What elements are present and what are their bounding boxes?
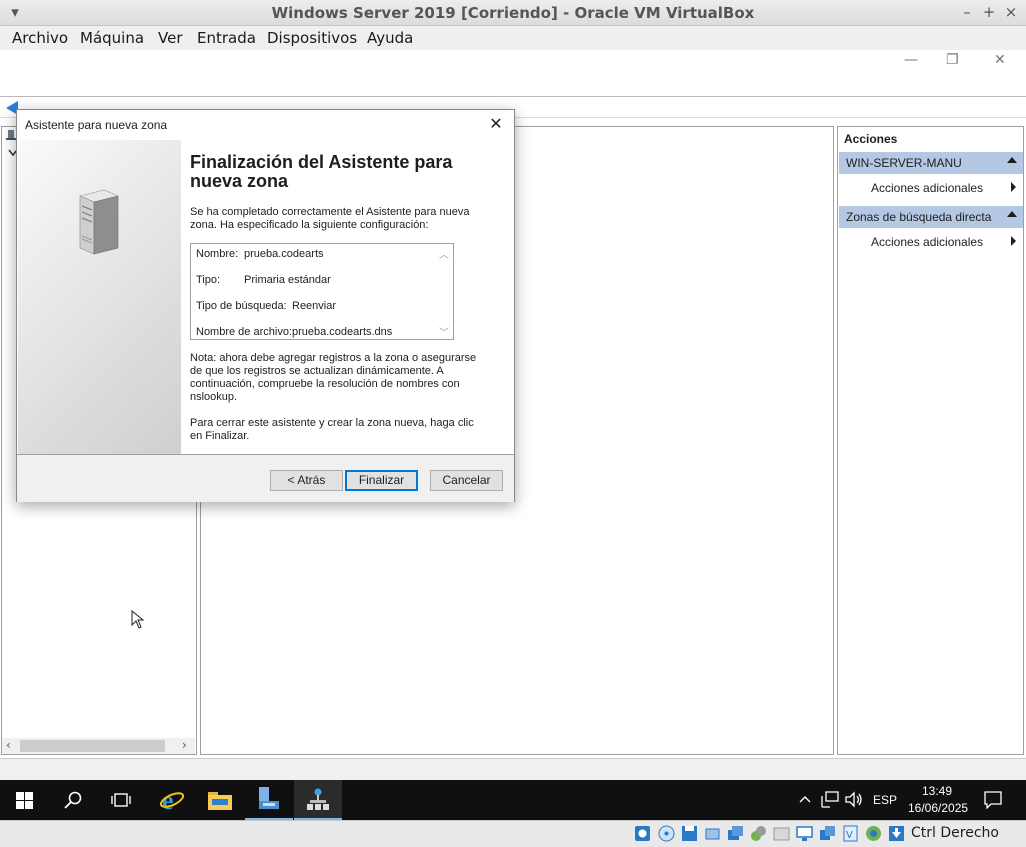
vbox-status-bar: V Ctrl Derecho — [0, 820, 1026, 847]
network-adapter-icon[interactable] — [727, 825, 744, 842]
action-group-server[interactable]: WIN-SERVER-MANU — [839, 152, 1023, 174]
tree-horizontal-scrollbar[interactable]: ‹ › — [2, 738, 195, 754]
vbox-title-bar: ▾ Windows Server 2019 [Corriendo] - Orac… — [0, 0, 1026, 26]
wizard-note-text: Nota: ahora debe agregar registros a la … — [190, 352, 477, 403]
mmc-minimize-icon[interactable]: — — [904, 52, 918, 68]
usb-icon[interactable] — [750, 825, 767, 842]
audio-icon[interactable] — [704, 825, 721, 842]
wizard-side-banner — [18, 140, 181, 454]
mmc-status-bar — [0, 758, 1026, 780]
actions-header: Acciones — [844, 132, 898, 146]
virtualization-icon[interactable]: V — [842, 825, 859, 842]
taskbar-dns-manager[interactable] — [294, 780, 342, 820]
scroll-left-icon[interactable]: ‹ — [6, 738, 11, 752]
server-manager-icon — [259, 787, 279, 809]
zone-summary-box[interactable]: Nombre: prueba.codearts Tipo: Primaria e… — [190, 243, 454, 340]
wizard-intro-text: Se ha completado correctamente el Asiste… — [190, 206, 470, 231]
guest-screen: — ❐ ✕ ‹ › Acciones WIN-SERVER-MANU Accio… — [0, 50, 1026, 820]
menu-entrada[interactable]: Entrada — [197, 29, 256, 47]
shared-folders-icon[interactable] — [773, 825, 790, 842]
optical-drive-icon[interactable] — [658, 825, 675, 842]
clock-time[interactable]: 13:49 — [922, 784, 952, 798]
server-tower-icon — [79, 189, 119, 255]
minimize-icon[interactable]: – — [958, 3, 976, 21]
taskbar-file-explorer[interactable] — [196, 780, 244, 820]
dialog-title: Asistente para nueva zona — [25, 118, 168, 132]
summary-vertical-scrollbar[interactable]: ︿ ﹀ — [436, 244, 453, 339]
windows-taskbar: e ESP 13:49 16/06/2025 — [0, 780, 1026, 820]
submenu-arrow-icon[interactable] — [1011, 236, 1016, 246]
volume-icon[interactable] — [845, 791, 863, 808]
wizard-button-bar: < Atrás Finalizar Cancelar — [17, 455, 514, 502]
submenu-arrow-icon[interactable] — [1011, 182, 1016, 192]
hard-disk-icon[interactable] — [634, 825, 651, 842]
menu-maquina[interactable]: Máquina — [80, 29, 144, 47]
cancel-button[interactable]: Cancelar — [430, 470, 503, 491]
collapse-caret-icon[interactable] — [1007, 157, 1017, 163]
scroll-up-icon[interactable]: ︿ — [439, 246, 449, 261]
taskbar-server-manager[interactable] — [245, 780, 293, 820]
search-icon[interactable] — [64, 791, 82, 809]
svg-text:V: V — [846, 830, 853, 841]
action-group-title: WIN-SERVER-MANU — [846, 156, 962, 170]
action-group-forward-zones[interactable]: Zonas de búsqueda directa — [839, 206, 1023, 228]
wizard-close-hint: Para cerrar este asistente y crear la zo… — [190, 417, 474, 442]
video-capture-icon[interactable] — [819, 825, 836, 842]
mouse-cursor-icon — [131, 610, 145, 629]
scroll-right-icon[interactable]: › — [182, 738, 187, 752]
vbox-menu-bar: Archivo Máquina Ver Entrada Dispositivos… — [0, 26, 1026, 50]
clock-date[interactable]: 16/06/2025 — [908, 801, 968, 815]
back-button[interactable]: < Atrás — [270, 470, 343, 491]
task-view-icon[interactable] — [111, 791, 131, 809]
show-hidden-icons-icon[interactable] — [799, 795, 811, 803]
action-more-server[interactable]: Acciones adicionales — [871, 181, 983, 195]
folder-icon — [208, 792, 232, 810]
menu-archivo[interactable]: Archivo — [12, 29, 68, 47]
collapse-caret-icon[interactable] — [1007, 211, 1017, 217]
scroll-thumb[interactable] — [20, 740, 165, 752]
finish-button[interactable]: Finalizar — [345, 470, 418, 491]
summary-file-name-row: Nombre de archivo: prueba.codearts.dns — [196, 326, 393, 338]
new-zone-wizard-dialog: Asistente para nueva zona ✕ Finalización… — [16, 109, 515, 502]
mouse-integration-icon[interactable] — [865, 825, 882, 842]
window-title: Windows Server 2019 [Corriendo] - Oracle… — [271, 4, 755, 22]
close-icon[interactable]: × — [1002, 3, 1020, 21]
action-more-zones[interactable]: Acciones adicionales — [871, 235, 983, 249]
dns-manager-icon — [307, 788, 329, 810]
action-group-title: Zonas de búsqueda directa — [846, 210, 992, 224]
maximize-icon[interactable]: + — [980, 3, 998, 21]
input-language[interactable]: ESP — [873, 793, 897, 807]
display-icon[interactable] — [796, 825, 813, 842]
mmc-close-icon[interactable]: ✕ — [994, 52, 1006, 68]
start-windows-icon[interactable] — [16, 792, 33, 809]
menu-ayuda[interactable]: Ayuda — [367, 29, 413, 47]
scroll-down-icon[interactable]: ﹀ — [439, 324, 449, 339]
action-center-icon[interactable] — [984, 791, 1002, 809]
host-key-label: Ctrl Derecho — [911, 825, 999, 841]
summary-type-row: Tipo: Primaria estándar — [196, 274, 331, 286]
mmc-restore-icon[interactable]: ❐ — [946, 52, 959, 68]
mmc-window-controls: — ❐ ✕ — [890, 52, 1020, 74]
summary-name-row: Nombre: prueba.codearts — [196, 248, 324, 260]
mmc-menu-divider — [0, 96, 1026, 97]
network-icon[interactable] — [821, 791, 839, 808]
host-key-arrow-icon[interactable] — [888, 825, 905, 842]
actions-pane: Acciones WIN-SERVER-MANU Acciones adicio… — [837, 126, 1024, 755]
taskbar-internet-explorer[interactable]: e — [148, 780, 196, 820]
wizard-heading: Finalización del Asistente para nueva zo… — [190, 152, 453, 191]
internet-explorer-icon: e — [160, 788, 184, 812]
summary-lookup-type-row: Tipo de búsqueda: Reenviar — [196, 300, 337, 312]
menu-ver[interactable]: Ver — [158, 29, 183, 47]
menu-dispositivos[interactable]: Dispositivos — [267, 29, 357, 47]
floppy-icon[interactable] — [681, 825, 698, 842]
dialog-close-icon[interactable]: ✕ — [486, 114, 506, 134]
